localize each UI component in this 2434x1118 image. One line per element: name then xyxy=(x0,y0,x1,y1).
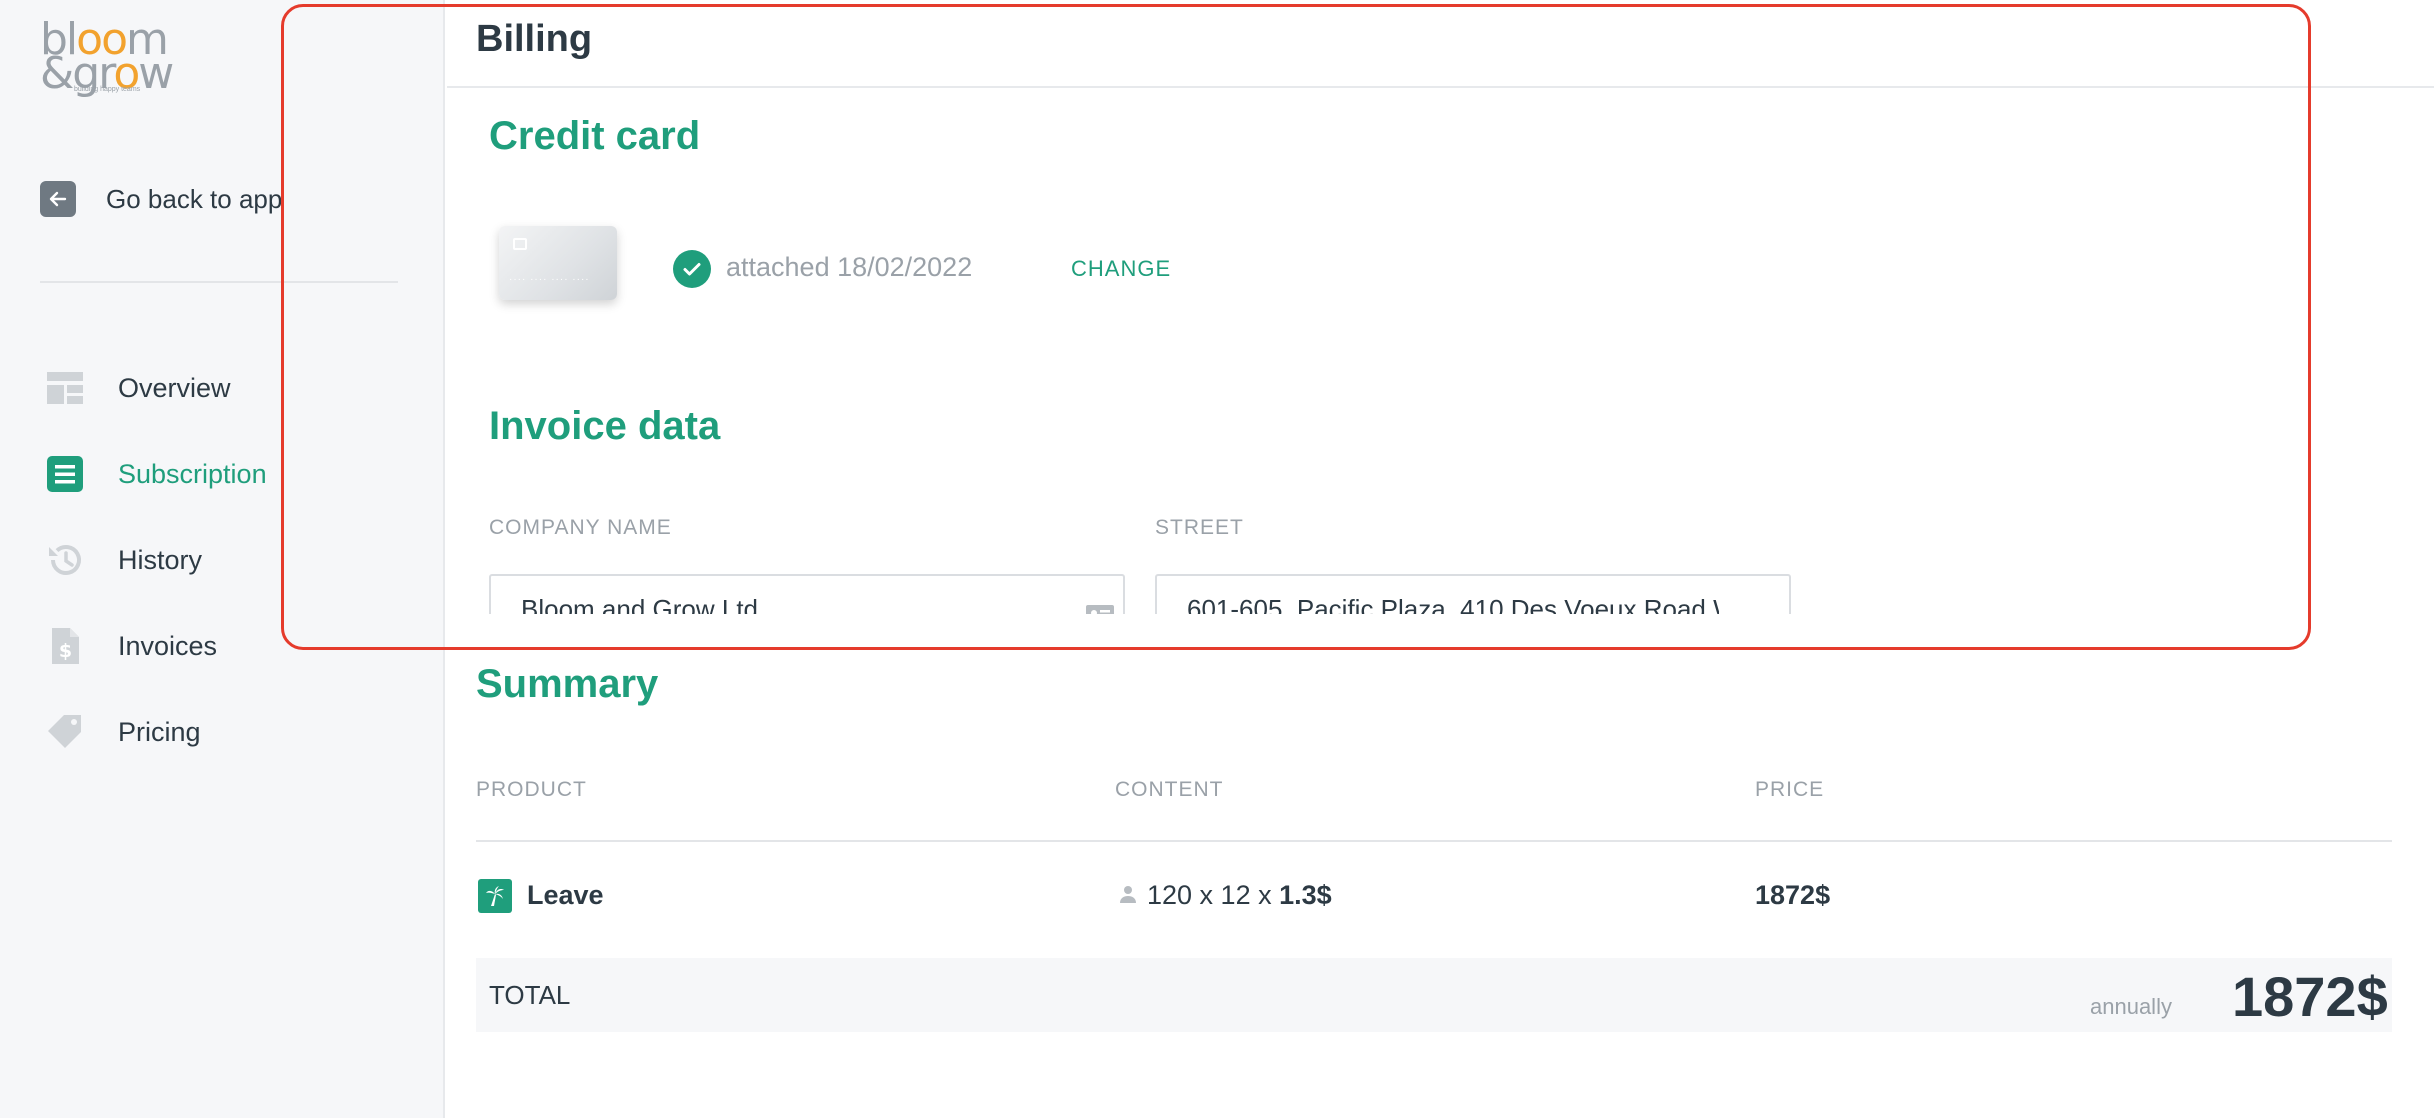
credit-card-icon: ···· ···· ···· ···· xyxy=(499,226,617,300)
invoice-dollar-icon: $ xyxy=(46,627,84,665)
go-back-label: Go back to app xyxy=(106,183,283,214)
col-header-content: CONTENT xyxy=(1115,778,1224,801)
sidebar-item-pricing[interactable]: Pricing xyxy=(46,689,267,775)
page-header: Billing xyxy=(447,0,2434,88)
sidebar-item-label: Overview xyxy=(118,372,231,403)
sidebar-item-label: Subscription xyxy=(118,458,267,489)
product-price: 1872$ xyxy=(1755,880,1831,910)
card-chip-icon xyxy=(513,238,527,250)
history-icon xyxy=(46,541,84,579)
main-content: Billing Credit card ···· ···· ···· ···· … xyxy=(447,0,2434,1118)
total-row: TOTAL annually 1872$ xyxy=(476,958,2392,1032)
bloom-grow-logo[interactable]: bloom &grow building happy teams xyxy=(40,14,174,99)
page-title: Billing xyxy=(476,18,593,60)
company-name-label: COMPANY NAME xyxy=(489,516,672,539)
sidebar-nav: Overview Subscription History $ Invoices… xyxy=(46,345,267,775)
card-attached-status: attached 18/02/2022 xyxy=(726,252,973,282)
person-icon xyxy=(1120,886,1136,903)
check-circle-icon xyxy=(673,250,711,288)
billing-scroll-pane[interactable]: Credit card ···· ···· ···· ···· attached… xyxy=(447,90,2434,614)
product-name: Leave xyxy=(527,880,604,910)
credit-card-title: Credit card xyxy=(489,114,701,158)
street-input[interactable] xyxy=(1155,574,1791,614)
summary-section: Summary PRODUCT CONTENT PRICE Leave 120 … xyxy=(447,614,2434,1118)
company-name-input[interactable] xyxy=(489,574,1125,614)
sidebar-item-subscription[interactable]: Subscription xyxy=(46,431,267,517)
total-amount: 1872$ xyxy=(2232,965,2388,1028)
layout-icon xyxy=(46,369,84,407)
palm-tree-icon xyxy=(478,879,512,913)
sidebar-item-label: Pricing xyxy=(118,716,201,747)
sidebar-item-invoices[interactable]: $ Invoices xyxy=(46,603,267,689)
sidebar-item-label: History xyxy=(118,544,203,575)
sidebar-item-history[interactable]: History xyxy=(46,517,267,603)
total-label: TOTAL xyxy=(489,980,571,1010)
sidebar-item-label: Invoices xyxy=(118,630,218,661)
list-icon xyxy=(46,455,84,493)
product-content: 120 x 12 x 1.3$ xyxy=(1147,880,1332,910)
tag-icon xyxy=(46,713,84,751)
invoice-data-title: Invoice data xyxy=(489,404,721,448)
billing-period: annually xyxy=(2090,994,2172,1019)
go-back-to-app-link[interactable]: Go back to app xyxy=(40,180,282,218)
summary-title: Summary xyxy=(476,662,659,706)
street-label: STREET xyxy=(1155,516,1244,539)
sidebar-divider xyxy=(40,281,398,283)
sidebar-item-overview[interactable]: Overview xyxy=(46,345,267,431)
table-divider xyxy=(476,840,2392,842)
change-card-button[interactable]: CHANGE xyxy=(1071,256,1171,282)
col-header-price: PRICE xyxy=(1755,778,1825,801)
col-header-product: PRODUCT xyxy=(476,778,587,801)
sidebar: bloom &grow building happy teams Go back… xyxy=(0,0,445,1118)
arrow-left-icon xyxy=(40,181,76,217)
svg-text:$: $ xyxy=(59,640,72,662)
